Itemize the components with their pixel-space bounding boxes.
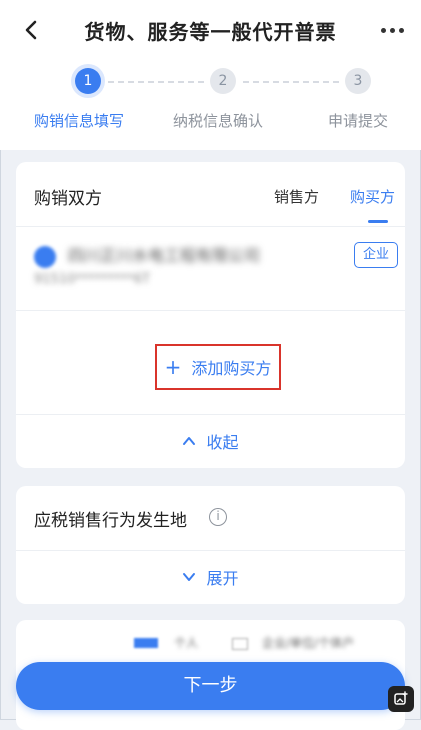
tab-sellers[interactable]: 销售方 bbox=[274, 186, 319, 207]
image-edit-icon bbox=[394, 691, 408, 705]
more-options-icon[interactable] bbox=[381, 28, 405, 34]
expand-label: 展开 bbox=[206, 569, 239, 588]
next-step-button[interactable]: 下一步 bbox=[16, 662, 405, 710]
step-2-indicator: 2 bbox=[210, 68, 236, 94]
option-label-a: 个人 bbox=[174, 636, 199, 650]
progress-steps: 1 2 3 购销信息填写 纳税信息确认 申请提交 bbox=[0, 68, 421, 138]
location-title: 应税销售行为发生地 bbox=[34, 511, 187, 531]
screenshot-tool-icon[interactable] bbox=[388, 686, 414, 712]
step-1-label: 购销信息填写 bbox=[34, 112, 125, 130]
entity-type-badge: 企业 bbox=[354, 242, 398, 268]
step-3-indicator: 3 bbox=[345, 68, 371, 94]
location-card: 应税销售行为发生地 i 展开 bbox=[16, 486, 405, 604]
step-2-label: 纳税信息确认 bbox=[173, 112, 264, 130]
company-tax-id: 91510*********6T bbox=[34, 272, 151, 287]
nav-bar: 货物、服务等一般代开普票 bbox=[0, 8, 421, 54]
collapse-button[interactable]: 收起 bbox=[16, 414, 405, 468]
expand-button[interactable]: 展开 bbox=[16, 550, 405, 604]
parties-card: 购销双方 销售方 购买方 四川正川水电工程有限公司 91510*********… bbox=[16, 162, 405, 468]
active-tab-indicator bbox=[368, 220, 388, 223]
radio-unselected-indicator[interactable] bbox=[232, 638, 248, 650]
step-connector-2 bbox=[243, 81, 339, 83]
chevron-down-icon bbox=[183, 573, 196, 581]
add-buyer-label: 添加购买方 bbox=[191, 359, 272, 378]
radio-selected-indicator[interactable] bbox=[134, 638, 158, 648]
back-arrow-icon[interactable] bbox=[20, 18, 44, 42]
divider bbox=[16, 226, 405, 227]
page-title: 货物、服务等一般代开普票 bbox=[84, 20, 337, 44]
add-buyer-button[interactable]: + 添加购买方 bbox=[155, 344, 281, 390]
option-label-b: 企业/单位/个体户 bbox=[262, 636, 355, 650]
divider bbox=[16, 310, 405, 311]
selected-check-icon[interactable] bbox=[34, 246, 56, 268]
collapse-label: 收起 bbox=[206, 433, 239, 452]
top-header: 货物、服务等一般代开普票 1 2 3 购销信息填写 纳税信息确认 申请提交 bbox=[0, 0, 421, 150]
company-name: 四川正川水电工程有限公司 bbox=[68, 246, 261, 265]
chevron-up-icon bbox=[183, 437, 196, 445]
step-1-indicator: 1 bbox=[75, 68, 101, 94]
plus-icon: + bbox=[164, 355, 182, 379]
info-icon[interactable]: i bbox=[209, 508, 227, 526]
step-3-label: 申请提交 bbox=[328, 112, 389, 130]
step-connector-1 bbox=[108, 81, 204, 83]
buyer-entry[interactable]: 四川正川水电工程有限公司 91510*********6T 企业 bbox=[16, 228, 405, 310]
parties-title: 购销双方 bbox=[34, 189, 102, 209]
tab-buyers[interactable]: 购买方 bbox=[350, 186, 395, 207]
